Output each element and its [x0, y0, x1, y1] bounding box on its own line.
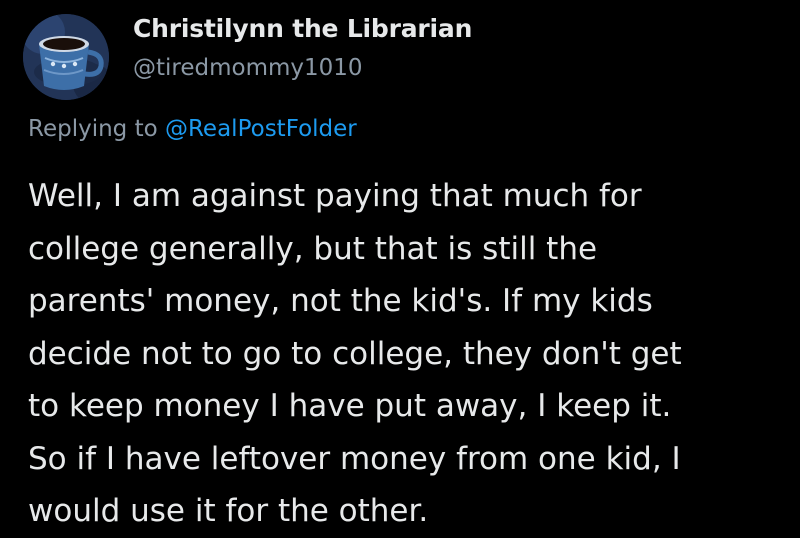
replying-to-label: Replying to [28, 116, 165, 142]
coffee-cup-avatar-icon [23, 14, 109, 100]
tweet-body-line: Well, I am against paying that much for [28, 178, 642, 214]
author-handle[interactable]: @tiredmommy1010 [133, 55, 363, 81]
author-display-name[interactable]: Christilynn the Librarian [133, 14, 472, 43]
tweet-body-line: college generally, but that is still the [28, 230, 598, 267]
tweet-body: Well, I am against paying that much for … [28, 170, 788, 538]
avatar[interactable] [23, 14, 109, 100]
tweet-body-line: parents' money, not the kid's. If my kid… [28, 283, 653, 319]
tweet-body-line: So if I have leftover money from one kid… [28, 440, 681, 477]
replying-to-mention-link[interactable]: @RealPostFolder [165, 116, 357, 142]
tweet-body-line: decide not to go to college, they don't … [28, 335, 682, 372]
tweet-body-line: to keep money I have put away, I keep it… [28, 388, 672, 424]
tweet-body-line: would use it for the other. [28, 493, 429, 529]
replying-to-line: Replying to @RealPostFolder [28, 116, 357, 142]
tweet: Christilynn the Librarian @tiredmommy101… [0, 0, 800, 529]
